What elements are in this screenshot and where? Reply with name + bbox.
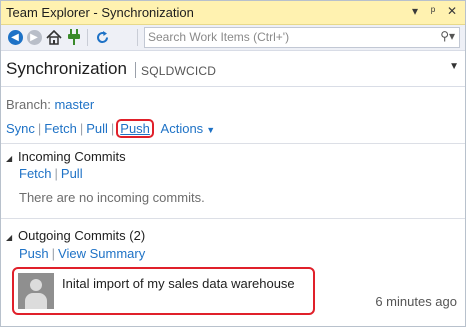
actions-menu-label: Actions xyxy=(160,121,204,136)
pin-icon[interactable]: ᵖ xyxy=(426,4,440,18)
home-icon xyxy=(46,29,62,45)
forward-icon: ▶ xyxy=(26,29,42,45)
chevron-down-icon[interactable]: ▾ xyxy=(408,4,422,18)
close-icon[interactable]: ✕ xyxy=(445,4,459,18)
actions-menu[interactable]: Actions ▼ xyxy=(161,121,216,136)
outgoing-commits-header[interactable]: ◢ Outgoing Commits (2) xyxy=(6,228,145,243)
toolbar: ◀ ▶ Search Work Items (Ctrl+') ⚲▾ xyxy=(1,25,465,51)
toolbar-separator xyxy=(137,29,138,46)
incoming-commits-header[interactable]: ◢ Incoming Commits xyxy=(6,149,126,164)
link-separator: | xyxy=(51,246,56,261)
section-divider xyxy=(1,143,465,144)
branch-label: Branch: xyxy=(6,97,51,112)
page-header: Synchronization SQLDWCICD ▼ xyxy=(1,51,465,87)
incoming-fetch-link[interactable]: Fetch xyxy=(19,166,52,181)
search-input[interactable] xyxy=(148,29,428,45)
incoming-actions: Fetch | Pull xyxy=(19,166,83,181)
team-explorer-window: Team Explorer - Synchronization ▾ ᵖ ✕ ◀ … xyxy=(0,0,466,327)
search-box[interactable]: ⚲▾ xyxy=(144,27,460,48)
push-link[interactable]: Push xyxy=(116,119,154,138)
link-separator: | xyxy=(79,121,84,136)
pull-link[interactable]: Pull xyxy=(86,121,108,136)
toolbar-separator xyxy=(87,29,88,46)
refresh-icon xyxy=(96,30,108,43)
sync-link[interactable]: Sync xyxy=(6,121,35,136)
chevron-down-icon: ▼ xyxy=(206,125,216,135)
section-divider xyxy=(1,218,465,219)
page-title: Synchronization xyxy=(6,59,127,78)
connect-button[interactable] xyxy=(65,28,83,46)
back-icon: ◀ xyxy=(7,29,23,45)
connect-icon xyxy=(68,29,80,45)
search-icon[interactable]: ⚲▾ xyxy=(440,29,455,43)
header-divider xyxy=(135,62,136,78)
outgoing-actions: Push | View Summary xyxy=(19,246,145,261)
collapse-icon: ◢ xyxy=(6,154,13,163)
view-summary-link[interactable]: View Summary xyxy=(58,246,145,261)
avatar-body xyxy=(25,293,47,309)
commit-item[interactable]: Inital import of my sales data warehouse xyxy=(12,267,315,315)
no-incoming-message: There are no incoming commits. xyxy=(19,190,205,205)
collapse-icon: ◢ xyxy=(6,233,13,242)
home-button[interactable] xyxy=(45,28,63,46)
incoming-pull-link[interactable]: Pull xyxy=(61,166,83,181)
back-button[interactable]: ◀ xyxy=(6,28,24,46)
commit-message: Inital import of my sales data warehouse xyxy=(62,276,295,291)
link-separator: | xyxy=(54,166,58,181)
fetch-link[interactable]: Fetch xyxy=(44,121,77,136)
incoming-commits-title: Incoming Commits xyxy=(18,149,126,164)
link-separator: | xyxy=(37,121,42,136)
commit-timestamp: 6 minutes ago xyxy=(375,294,457,309)
outgoing-commits-title: Outgoing Commits (2) xyxy=(18,228,146,243)
forward-button[interactable]: ▶ xyxy=(25,28,43,46)
refresh-button[interactable] xyxy=(93,28,111,46)
title-bar: Team Explorer - Synchronization ▾ ᵖ ✕ xyxy=(1,1,465,25)
link-separator: | xyxy=(110,121,115,136)
sync-actions: Sync | Fetch | Pull | Push Actions ▼ xyxy=(6,119,216,138)
avatar-head xyxy=(30,279,42,291)
outgoing-push-link[interactable]: Push xyxy=(19,246,49,261)
page-menu-icon[interactable]: ▼ xyxy=(449,61,459,72)
branch-link[interactable]: master xyxy=(54,97,94,112)
window-title: Team Explorer - Synchronization xyxy=(6,5,194,20)
branch-row: Branch: master xyxy=(6,97,94,112)
repository-name[interactable]: SQLDWCICD xyxy=(141,64,216,78)
avatar xyxy=(18,273,54,309)
